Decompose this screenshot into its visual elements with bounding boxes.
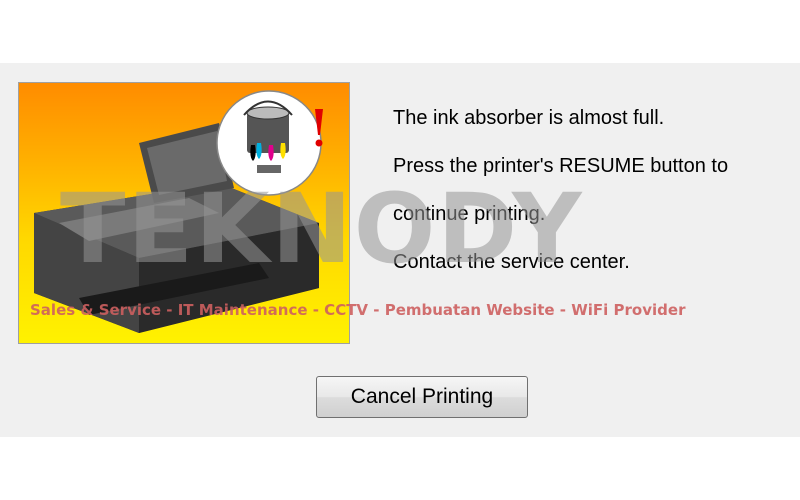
printer-illustration <box>18 82 350 344</box>
message-line: continue printing. <box>393 203 546 225</box>
message-line: The ink absorber is almost full. <box>393 107 665 129</box>
printer-error-dialog: The ink absorber is almost full. Press t… <box>0 63 800 437</box>
exclamation-icon <box>315 109 323 147</box>
message-line: Press the printer's RESUME button to <box>393 155 729 177</box>
cancel-printing-button[interactable]: Cancel Printing <box>316 376 528 418</box>
message-line: Contact the service center. <box>393 251 630 273</box>
error-message: The ink absorber is almost full. Press t… <box>393 82 728 298</box>
